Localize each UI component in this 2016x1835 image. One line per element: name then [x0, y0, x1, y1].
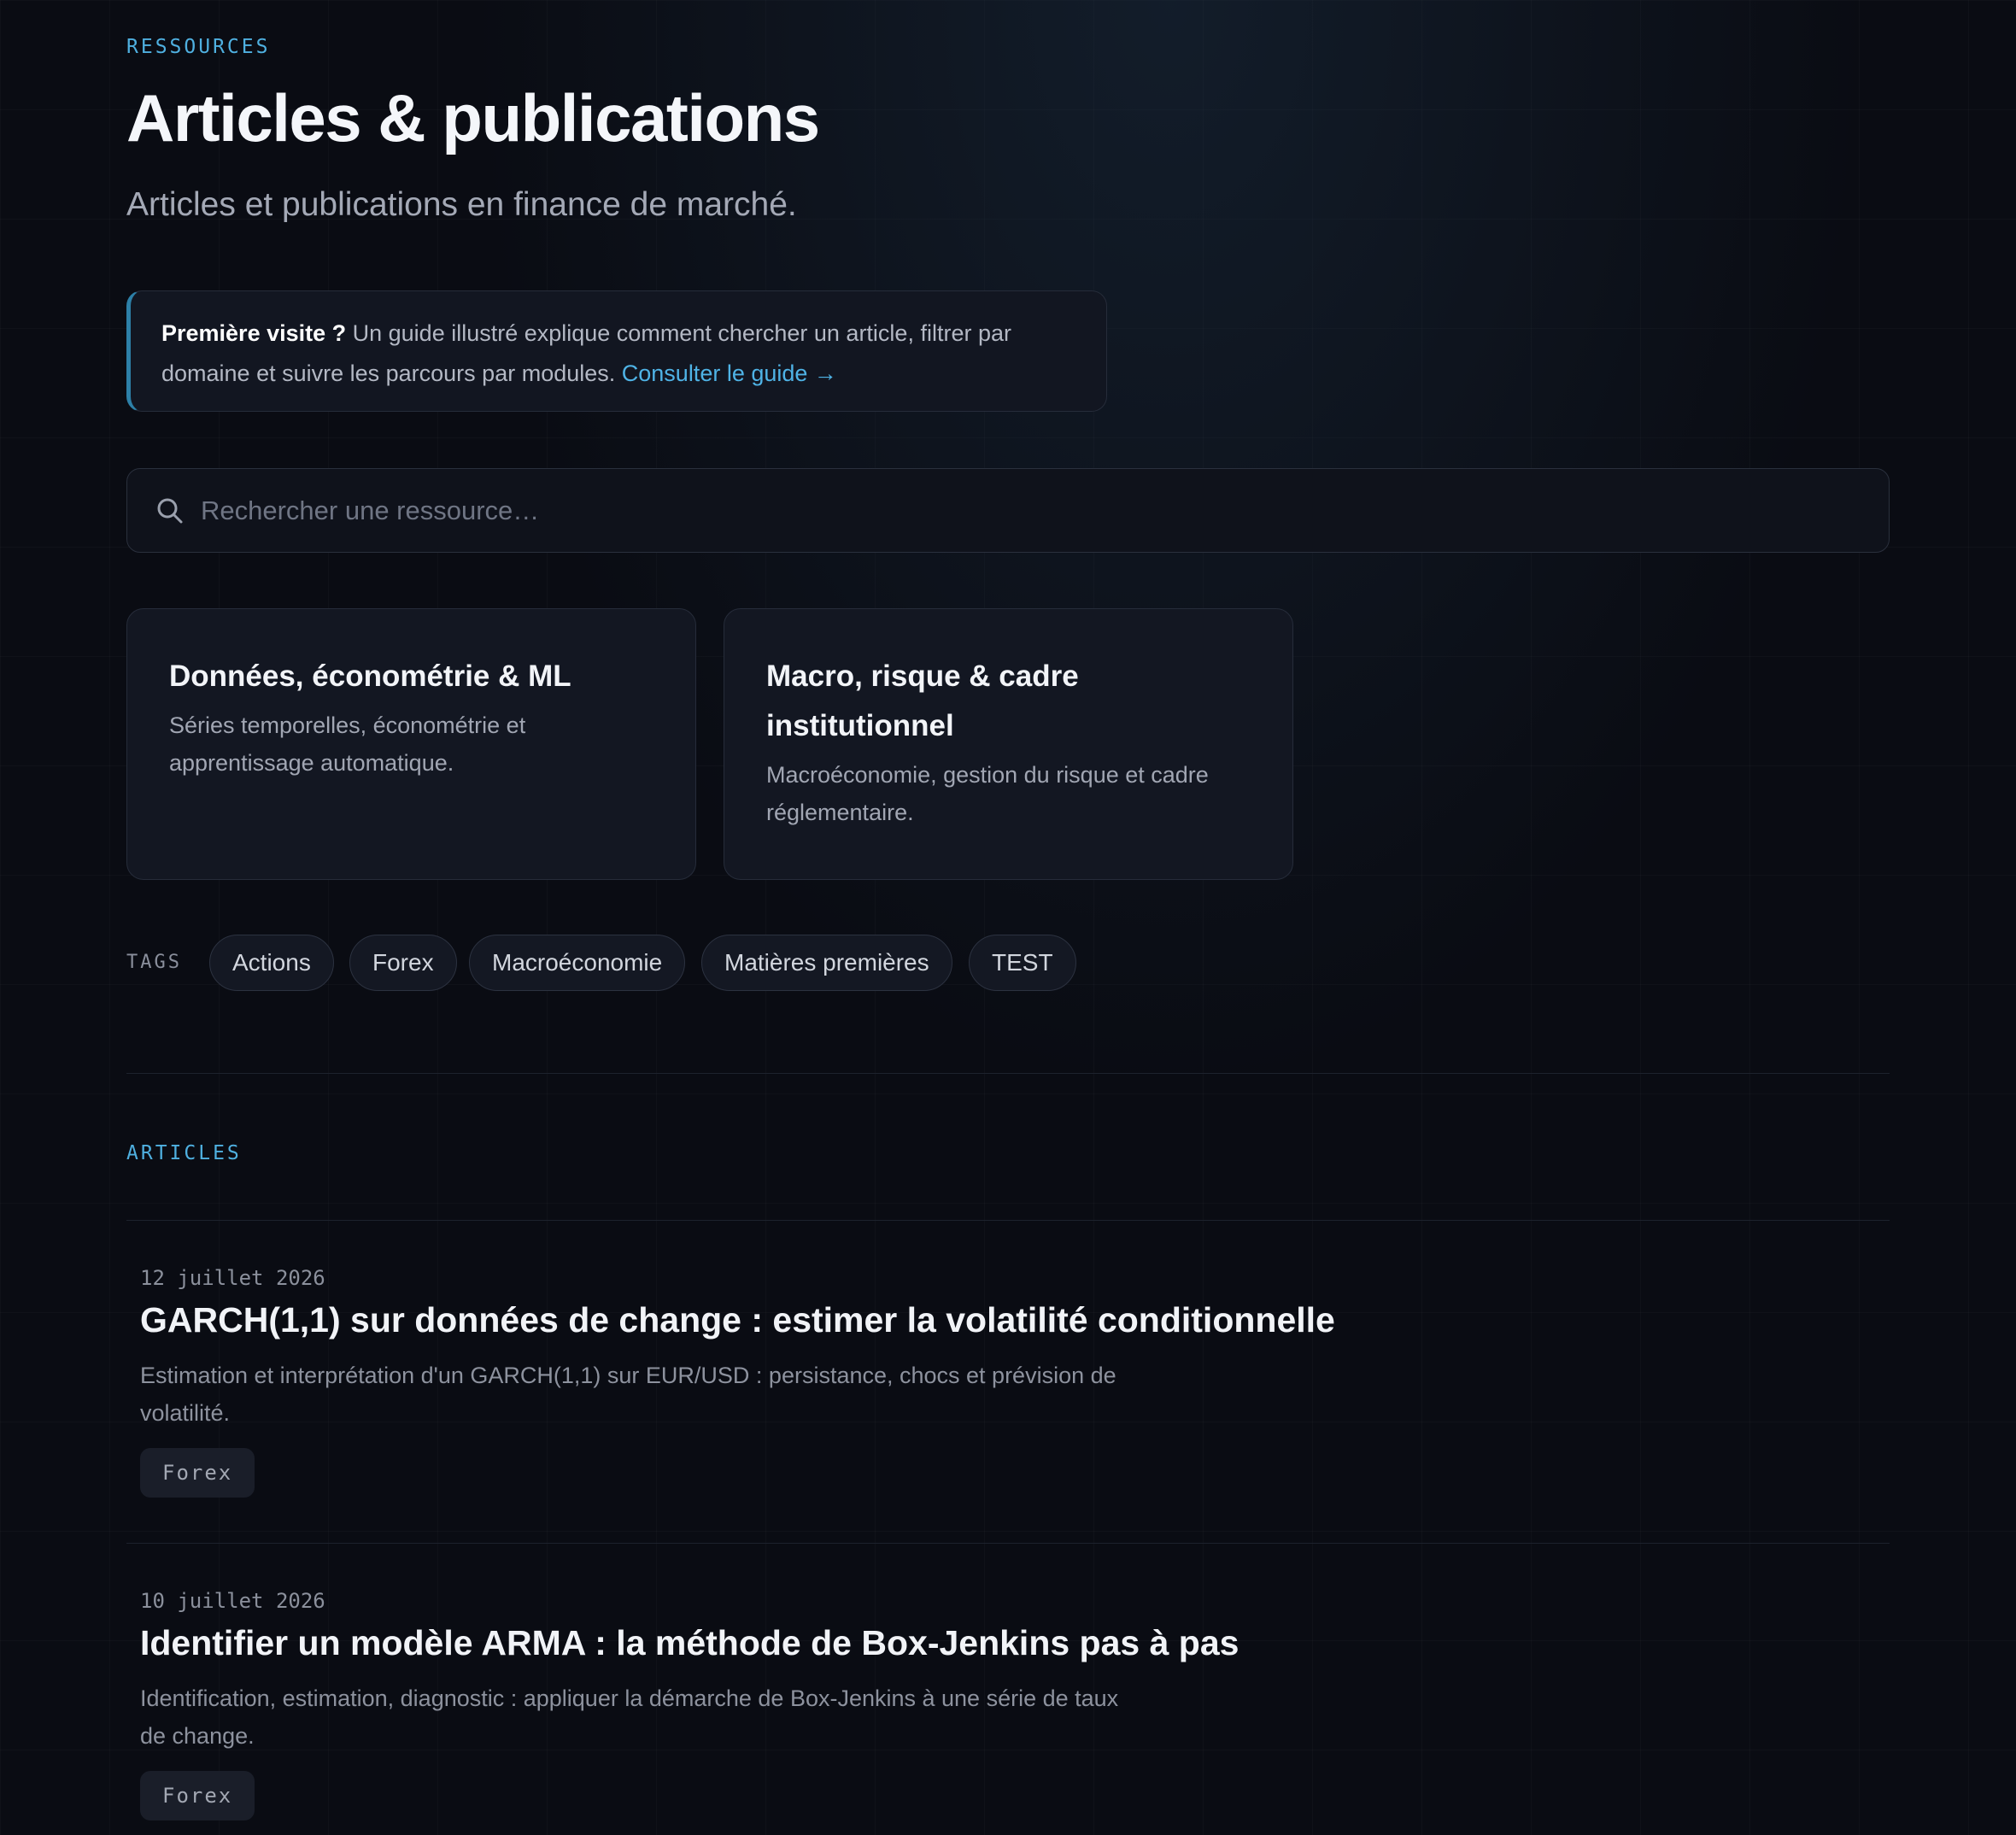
tags-label: TAGS	[126, 952, 182, 973]
first-visit-callout: Première visite ? Un guide illustré expl…	[126, 290, 1107, 412]
search-input[interactable]	[201, 469, 1858, 552]
search-bar	[126, 468, 1890, 553]
tag-chip-test[interactable]: TEST	[969, 935, 1076, 991]
article-item: 10 juillet 2026 Identifier un modèle ARM…	[140, 1589, 1883, 1828]
tag-chip-forex[interactable]: Forex	[349, 935, 457, 991]
page-subtitle: Articles et publications en finance de m…	[126, 186, 797, 223]
callout-heading: Première visite ?	[161, 320, 347, 346]
article-summary: Identification, estimation, diagnostic :…	[140, 1686, 1119, 1749]
section-divider	[126, 1073, 1890, 1074]
articles-divider	[126, 1220, 1890, 1221]
article-date: 12 juillet 2026	[140, 1266, 325, 1290]
article-tag-badge[interactable]: Forex	[140, 1448, 255, 1498]
article-item: 12 juillet 2026 GARCH(1,1) sur données d…	[140, 1266, 1883, 1505]
domain-card-data-econometrics-ml[interactable]: Données, économétrie & ML Séries tempore…	[126, 608, 696, 880]
domain-card-title: Données, économétrie & ML	[169, 660, 571, 693]
tag-chip-actions[interactable]: Actions	[209, 935, 334, 991]
article-tag-badge[interactable]: Forex	[140, 1771, 255, 1820]
domain-card-description: Macroéconomie, gestion du risque et cadr…	[766, 762, 1209, 825]
tags-filter: TAGS Actions Forex Macroéconomie Matière…	[126, 935, 1890, 991]
search-icon	[157, 498, 183, 524]
tag-chip-macroeconomie[interactable]: Macroéconomie	[469, 935, 686, 991]
domain-card-macro-risk-institutional[interactable]: Macro, risque & cadre institutionnel Mac…	[724, 608, 1293, 880]
domain-card-description: Séries temporelles, économétrie et appre…	[169, 712, 526, 776]
article-title-link[interactable]: GARCH(1,1) sur données de change : estim…	[140, 1300, 1335, 1340]
articles-section-label: ARTICLES	[126, 1142, 242, 1164]
tag-chip-matieres-premieres[interactable]: Matières premières	[701, 935, 952, 991]
page-eyebrow: RESSOURCES	[126, 36, 271, 58]
domain-card-title: Macro, risque & cadre institutionnel	[766, 660, 1079, 742]
article-date: 10 juillet 2026	[140, 1589, 325, 1613]
article-summary: Estimation et interprétation d'un GARCH(…	[140, 1363, 1116, 1426]
article-divider	[126, 1543, 1890, 1544]
guide-link[interactable]: Consulter le guide →	[622, 361, 837, 386]
page-title: Articles & publications	[126, 80, 820, 155]
article-title-link[interactable]: Identifier un modèle ARMA : la méthode d…	[140, 1623, 1239, 1663]
